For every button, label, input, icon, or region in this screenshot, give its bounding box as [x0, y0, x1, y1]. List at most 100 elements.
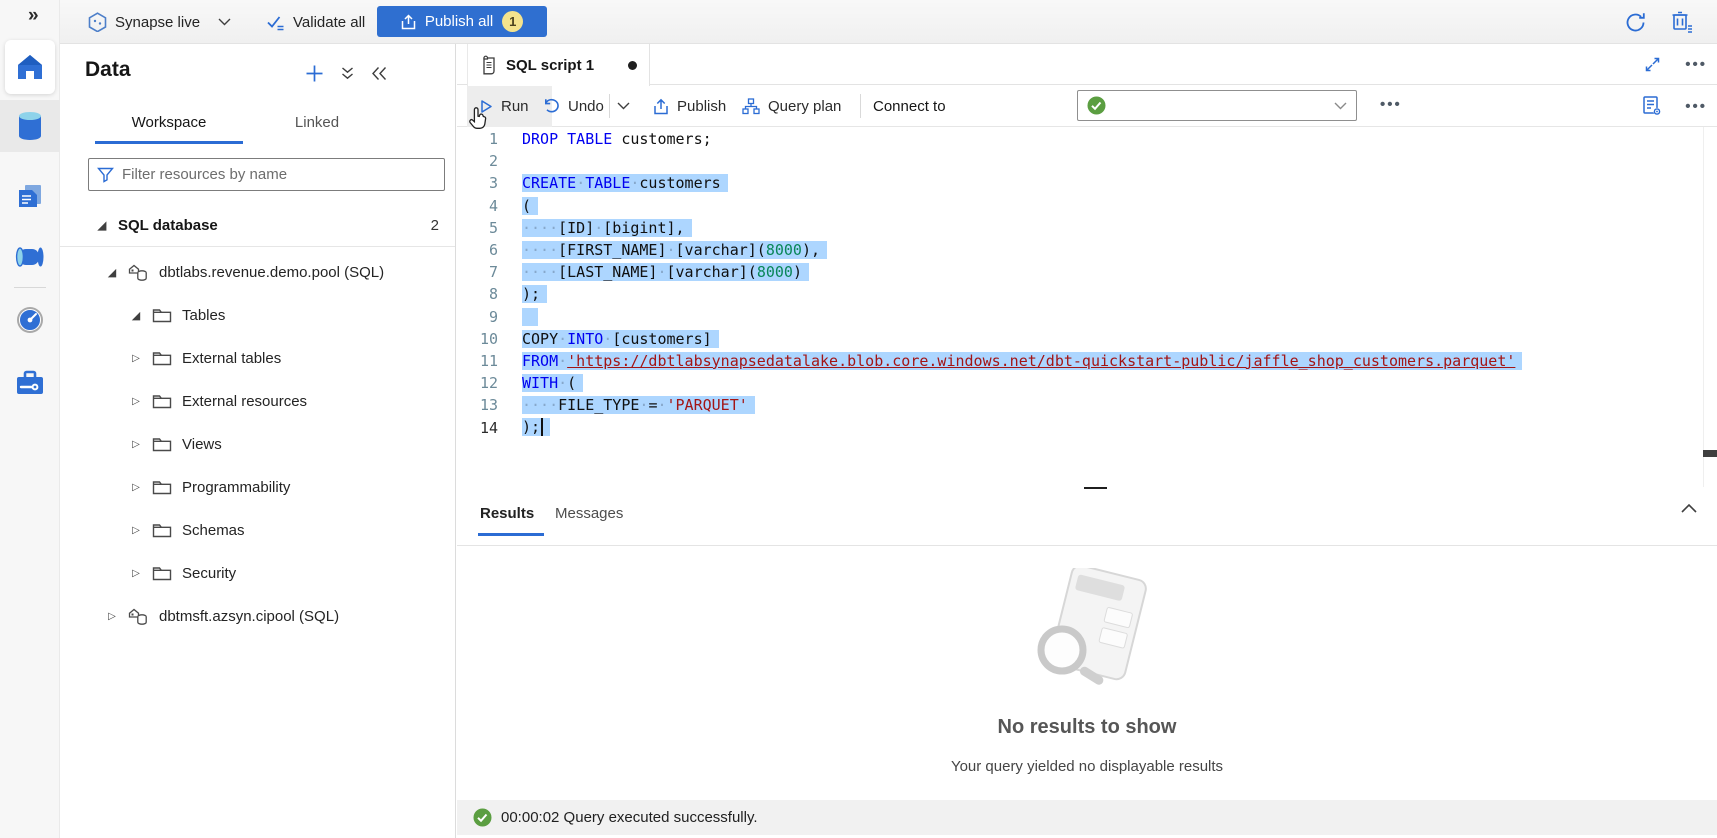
- collapse-results-chevron-icon[interactable]: [1681, 504, 1697, 513]
- tree-item-schemas[interactable]: ▷ Schemas: [60, 509, 455, 552]
- code-line-13[interactable]: ····FILE_TYPE·=·'PARQUET': [522, 394, 1522, 416]
- sql-code-editor[interactable]: 1234567891011121314 DROP TABLE customers…: [457, 127, 1717, 487]
- rail-divider: [14, 287, 46, 288]
- code-line-2[interactable]: [522, 150, 1522, 172]
- validate-check-icon: [266, 14, 285, 31]
- results-empty-state: No results to show Your query yielded no…: [457, 546, 1717, 800]
- refresh-icon[interactable]: [1624, 11, 1647, 34]
- tab-messages[interactable]: Messages: [555, 505, 623, 522]
- tab-workspace[interactable]: Workspace: [95, 100, 243, 144]
- folder-icon: [152, 437, 172, 452]
- expand-nav-icon[interactable]: »: [28, 5, 39, 27]
- database-tree: ◢ SQL database 2 ◢ dbtlabs.revenue.demo.…: [60, 204, 455, 638]
- status-message: 00:00:02 Query executed successfully.: [501, 809, 758, 826]
- expand-editor-icon[interactable]: [1644, 56, 1661, 73]
- document-tabstrip: SQL script 1 •••: [457, 44, 1717, 85]
- tab-sql-script-1[interactable]: SQL script 1: [467, 44, 650, 86]
- code-line-6[interactable]: ····[FIRST_NAME]·[varchar](8000),: [522, 239, 1522, 261]
- toolbar-more-actions-icon[interactable]: •••: [1685, 98, 1707, 115]
- connect-more-actions-icon[interactable]: •••: [1380, 96, 1402, 113]
- chevron-expanded-icon[interactable]: ◢: [130, 309, 142, 322]
- editor-scrollbar[interactable]: [1703, 127, 1717, 487]
- mode-chevron[interactable]: [218, 0, 231, 44]
- tree-item-security[interactable]: ▷ Security: [60, 552, 455, 595]
- code-line-8[interactable]: );: [522, 283, 1522, 305]
- code-line-5[interactable]: ····[ID]·[bigint],: [522, 217, 1522, 239]
- sidebar-item-develop[interactable]: [0, 170, 60, 222]
- tree-item-programmability[interactable]: ▷ Programmability: [60, 466, 455, 509]
- pool-select-dropdown[interactable]: [1077, 90, 1357, 121]
- editor-area: SQL script 1 ••• Run Undo: [457, 44, 1717, 838]
- tab-more-actions-icon[interactable]: •••: [1685, 56, 1707, 73]
- tree-item-external-tables[interactable]: ▷ External tables: [60, 337, 455, 380]
- properties-icon[interactable]: [1641, 95, 1663, 117]
- chevron-collapsed-icon[interactable]: ▷: [130, 525, 142, 536]
- sidebar-item-home[interactable]: [5, 40, 55, 94]
- publish-count-badge: 1: [502, 11, 523, 32]
- chevron-expanded-icon[interactable]: ◢: [96, 219, 108, 232]
- connected-check-icon: [1087, 96, 1106, 115]
- collapse-panel-icon[interactable]: [371, 66, 387, 81]
- add-resource-icon[interactable]: [305, 64, 324, 83]
- monitor-gauge-icon: [15, 305, 45, 335]
- chevron-collapsed-icon[interactable]: ▷: [130, 482, 142, 493]
- tab-results[interactable]: Results: [480, 505, 534, 522]
- run-button[interactable]: Run: [467, 85, 552, 127]
- code-line-1[interactable]: DROP TABLE customers;: [522, 128, 1522, 150]
- publish-all-label: Publish all: [425, 13, 493, 30]
- folder-icon: [152, 394, 172, 409]
- undo-button[interactable]: Undo: [543, 85, 604, 127]
- editor-gutter: 1234567891011121314: [457, 128, 498, 439]
- tree-item-tables[interactable]: ◢ Tables: [60, 294, 455, 337]
- sidebar-item-manage[interactable]: [0, 356, 60, 408]
- chevron-collapsed-icon[interactable]: ▷: [130, 353, 142, 364]
- tab-linked[interactable]: Linked: [243, 100, 391, 144]
- chevron-collapsed-icon[interactable]: ▷: [106, 611, 118, 622]
- folder-icon: [152, 566, 172, 581]
- tree-item-views[interactable]: ▷ Views: [60, 423, 455, 466]
- text-cursor: [541, 418, 543, 436]
- play-icon: [479, 99, 493, 114]
- chevron-collapsed-icon[interactable]: ▷: [130, 439, 142, 450]
- sidebar-item-data[interactable]: [0, 100, 60, 152]
- publish-button[interactable]: Publish: [653, 85, 726, 127]
- sidebar-item-integrate[interactable]: [0, 231, 60, 283]
- chevron-collapsed-icon[interactable]: ▷: [130, 568, 142, 579]
- code-line-3[interactable]: CREATE·TABLE·customers: [522, 172, 1522, 194]
- publish-all-button[interactable]: Publish all 1: [377, 6, 547, 37]
- tree-item-pool-dbtmsft[interactable]: ▷ dbtmsft.azsyn.cipool (SQL): [60, 595, 455, 638]
- double-chevron-down-icon[interactable]: [340, 66, 355, 81]
- editor-toolbar: Run Undo Publish: [457, 85, 1717, 127]
- query-plan-button[interactable]: Query plan: [742, 85, 841, 127]
- validate-all-button[interactable]: Validate all: [266, 0, 365, 44]
- code-line-10[interactable]: COPY·INTO·[customers]: [522, 328, 1522, 350]
- undo-redo-chevron[interactable]: [617, 85, 630, 127]
- integrate-icon: [15, 245, 45, 269]
- mode-selector[interactable]: Synapse live: [88, 0, 200, 44]
- code-line-9[interactable]: [522, 306, 1522, 328]
- tree-item-pool-dbtlabs[interactable]: ◢ dbtlabs.revenue.demo.pool (SQL): [60, 251, 455, 294]
- no-results-illustration-icon: [1007, 568, 1167, 708]
- connect-to-label: Connect to: [873, 85, 946, 127]
- chevron-expanded-icon[interactable]: ◢: [106, 266, 118, 279]
- folder-icon: [152, 308, 172, 323]
- filter-funnel-icon: [97, 167, 114, 183]
- code-line-11[interactable]: FROM·'https://dbtlabsynapsedatalake.blob…: [522, 350, 1522, 372]
- undo-icon: [543, 98, 560, 114]
- panel-title: Data: [85, 58, 131, 82]
- code-line-12[interactable]: WITH·(: [522, 372, 1522, 394]
- tree-item-sql-database[interactable]: ◢ SQL database 2: [60, 204, 455, 246]
- filter-resources-input[interactable]: [122, 166, 436, 183]
- develop-icon: [16, 182, 44, 210]
- query-status-bar: 00:00:02 Query executed successfully.: [457, 800, 1717, 835]
- sidebar-item-monitor[interactable]: [0, 294, 60, 346]
- tree-item-external-resources[interactable]: ▷ External resources: [60, 380, 455, 423]
- sql-pool-icon: [128, 607, 149, 626]
- code-line-4[interactable]: (: [522, 195, 1522, 217]
- discard-trash-icon[interactable]: [1671, 10, 1693, 34]
- editor-code[interactable]: DROP TABLE customers; CREATE·TABLE·custom…: [522, 128, 1522, 439]
- code-line-7[interactable]: ····[LAST_NAME]·[varchar](8000): [522, 261, 1522, 283]
- chevron-collapsed-icon[interactable]: ▷: [130, 396, 142, 407]
- code-line-14[interactable]: );: [522, 416, 1522, 438]
- folder-icon: [152, 480, 172, 495]
